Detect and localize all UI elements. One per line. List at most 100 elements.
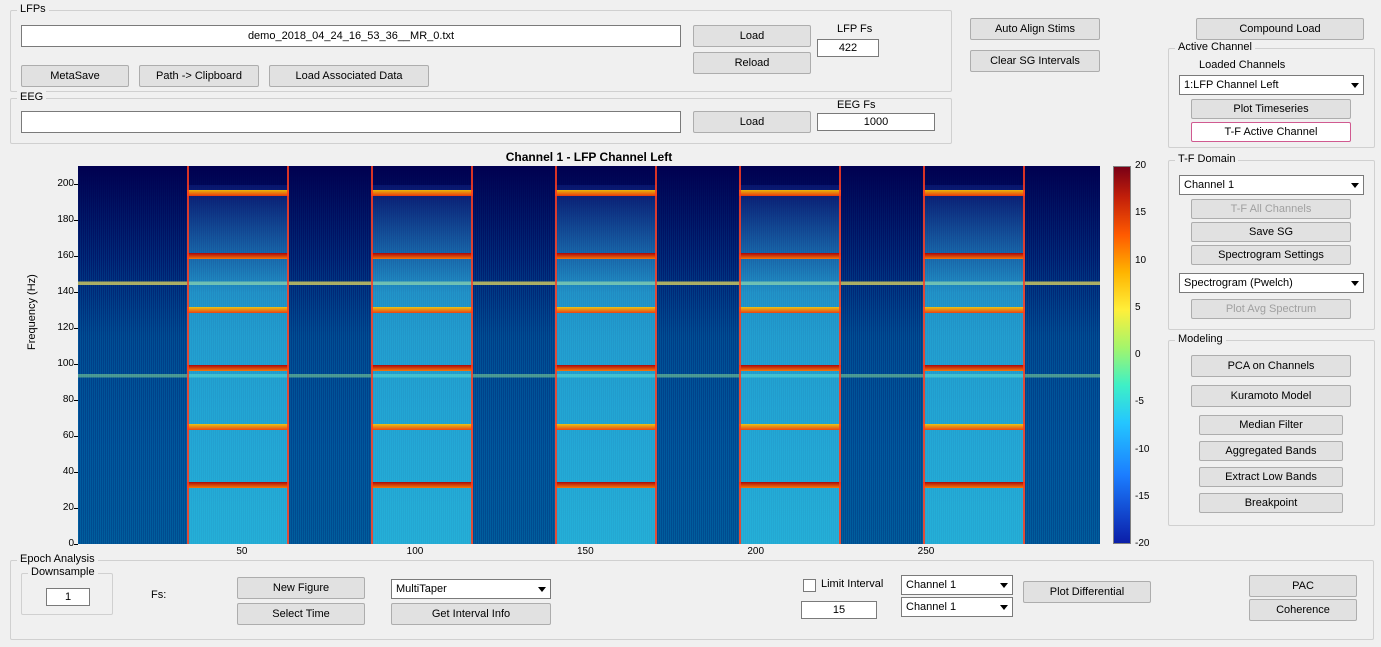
diff-channel-a-value: Channel 1 xyxy=(906,579,956,591)
chevron-down-icon xyxy=(1351,83,1359,88)
colorbar-tick-label: 5 xyxy=(1135,302,1141,313)
downsample-input[interactable] xyxy=(46,588,90,606)
load-associated-button[interactable]: Load Associated Data xyxy=(269,65,429,87)
plot-avg-spectrum-button[interactable]: Plot Avg Spectrum xyxy=(1191,299,1351,319)
metasave-button[interactable]: MetaSave xyxy=(21,65,129,87)
tf-channel-select-value: Channel 1 xyxy=(1184,179,1234,191)
plot-ylabel: Frequency (Hz) xyxy=(26,274,38,350)
auto-align-stims-button[interactable]: Auto Align Stims xyxy=(970,18,1100,40)
y-tick-label: 140 xyxy=(50,286,74,297)
multitaper-select-value: MultiTaper xyxy=(396,583,447,595)
tf-active-channel-button[interactable]: T-F Active Channel xyxy=(1191,122,1351,142)
colorbar-tick-label: 15 xyxy=(1135,207,1146,218)
y-tick-label: 160 xyxy=(50,250,74,261)
y-tick-label: 20 xyxy=(50,502,74,513)
tf-all-channels-button[interactable]: T-F All Channels xyxy=(1191,199,1351,219)
active-channel-select-value: 1:LFP Channel Left xyxy=(1184,79,1279,91)
chevron-down-icon xyxy=(1000,583,1008,588)
colorbar-tick-label: 20 xyxy=(1135,160,1146,171)
lfp-load-button[interactable]: Load xyxy=(693,25,811,47)
lfp-legend: LFPs xyxy=(17,3,49,15)
diff-channel-a-select[interactable]: Channel 1 xyxy=(901,575,1013,595)
pca-button[interactable]: PCA on Channels xyxy=(1191,355,1351,377)
spectrogram-settings-button[interactable]: Spectrogram Settings xyxy=(1191,245,1351,265)
diff-channel-b-value: Channel 1 xyxy=(906,601,956,613)
loaded-channels-label: Loaded Channels xyxy=(1199,59,1285,71)
select-time-button[interactable]: Select Time xyxy=(237,603,365,625)
eeg-load-button[interactable]: Load xyxy=(693,111,811,133)
chevron-down-icon xyxy=(1351,183,1359,188)
x-tick-label: 150 xyxy=(577,546,594,557)
y-tick-label: 60 xyxy=(50,430,74,441)
spectrogram-plot[interactable] xyxy=(78,166,1100,544)
diff-channel-b-select[interactable]: Channel 1 xyxy=(901,597,1013,617)
coherence-button[interactable]: Coherence xyxy=(1249,599,1357,621)
y-tick-label: 40 xyxy=(50,466,74,477)
downsample-group: Downsample xyxy=(21,573,113,615)
extract-low-bands-button[interactable]: Extract Low Bands xyxy=(1199,467,1343,487)
y-tick-label: 120 xyxy=(50,322,74,333)
limit-interval-checkbox[interactable] xyxy=(803,579,816,592)
epoch-legend: Epoch Analysis xyxy=(17,553,98,565)
tf-domain-group: T-F Domain Channel 1 T-F All Channels Sa… xyxy=(1168,160,1375,330)
chevron-down-icon xyxy=(1351,281,1359,286)
median-filter-button[interactable]: Median Filter xyxy=(1199,415,1343,435)
new-figure-button[interactable]: New Figure xyxy=(237,577,365,599)
downsample-legend: Downsample xyxy=(28,566,98,578)
colorbar-tick-label: -20 xyxy=(1135,538,1149,549)
compound-load-button[interactable]: Compound Load xyxy=(1196,18,1364,40)
modeling-legend: Modeling xyxy=(1175,333,1226,345)
eeg-fs-input[interactable] xyxy=(817,113,935,131)
y-tick-label: 80 xyxy=(50,394,74,405)
plot-timeseries-button[interactable]: Plot Timeseries xyxy=(1191,99,1351,119)
path-clipboard-button[interactable]: Path -> Clipboard xyxy=(139,65,259,87)
kuramoto-button[interactable]: Kuramoto Model xyxy=(1191,385,1351,407)
colorbar-tick-label: 10 xyxy=(1135,255,1146,266)
colorbar-tick-label: -15 xyxy=(1135,491,1149,502)
breakpoint-button[interactable]: Breakpoint xyxy=(1199,493,1343,513)
lfp-fs-label: LFP Fs xyxy=(837,23,872,35)
pac-button[interactable]: PAC xyxy=(1249,575,1357,597)
eeg-file-input[interactable] xyxy=(21,111,681,133)
lfp-file-input[interactable] xyxy=(21,25,681,47)
tf-channel-select[interactable]: Channel 1 xyxy=(1179,175,1364,195)
x-tick-label: 200 xyxy=(747,546,764,557)
x-tick-label: 250 xyxy=(918,546,935,557)
epoch-fs-label: Fs: xyxy=(151,589,166,601)
modeling-group: Modeling PCA on Channels Kuramoto Model … xyxy=(1168,340,1375,526)
y-tick-label: 100 xyxy=(50,358,74,369)
chevron-down-icon xyxy=(538,587,546,592)
tf-method-select[interactable]: Spectrogram (Pwelch) xyxy=(1179,273,1364,293)
tf-method-select-value: Spectrogram (Pwelch) xyxy=(1184,277,1293,289)
lfp-group: LFPs Load Reload LFP Fs MetaSave Path ->… xyxy=(10,10,952,92)
lfp-reload-button[interactable]: Reload xyxy=(693,52,811,74)
eeg-group: EEG Load EEG Fs xyxy=(10,98,952,144)
eeg-fs-label: EEG Fs xyxy=(837,99,876,111)
x-tick-label: 50 xyxy=(236,546,247,557)
y-tick-label: 180 xyxy=(50,214,74,225)
colorbar-tick-label: -5 xyxy=(1135,396,1144,407)
lfp-fs-input[interactable] xyxy=(817,39,879,57)
active-channel-legend: Active Channel xyxy=(1175,41,1255,53)
epoch-analysis-group: Epoch Analysis Downsample Fs: New Figure… xyxy=(10,560,1374,640)
save-sg-button[interactable]: Save SG xyxy=(1191,222,1351,242)
aggregated-bands-button[interactable]: Aggregated Bands xyxy=(1199,441,1343,461)
colorbar-tick-label: 0 xyxy=(1135,349,1141,360)
plot-differential-button[interactable]: Plot Differential xyxy=(1023,581,1151,603)
eeg-legend: EEG xyxy=(17,91,46,103)
colorbar-tick-label: -10 xyxy=(1135,444,1149,455)
tf-domain-legend: T-F Domain xyxy=(1175,153,1238,165)
y-tick-label: 0 xyxy=(50,538,74,549)
chevron-down-icon xyxy=(1000,605,1008,610)
get-interval-info-button[interactable]: Get Interval Info xyxy=(391,603,551,625)
limit-interval-label: Limit Interval xyxy=(821,578,883,590)
active-channel-select[interactable]: 1:LFP Channel Left xyxy=(1179,75,1364,95)
plot-title: Channel 1 - LFP Channel Left xyxy=(78,150,1100,164)
interval-input[interactable] xyxy=(801,601,877,619)
clear-sg-intervals-button[interactable]: Clear SG Intervals xyxy=(970,50,1100,72)
colorbar xyxy=(1113,166,1131,544)
y-tick-label: 200 xyxy=(50,178,74,189)
active-channel-group: Active Channel Loaded Channels 1:LFP Cha… xyxy=(1168,48,1375,148)
multitaper-select[interactable]: MultiTaper xyxy=(391,579,551,599)
x-tick-label: 100 xyxy=(407,546,424,557)
